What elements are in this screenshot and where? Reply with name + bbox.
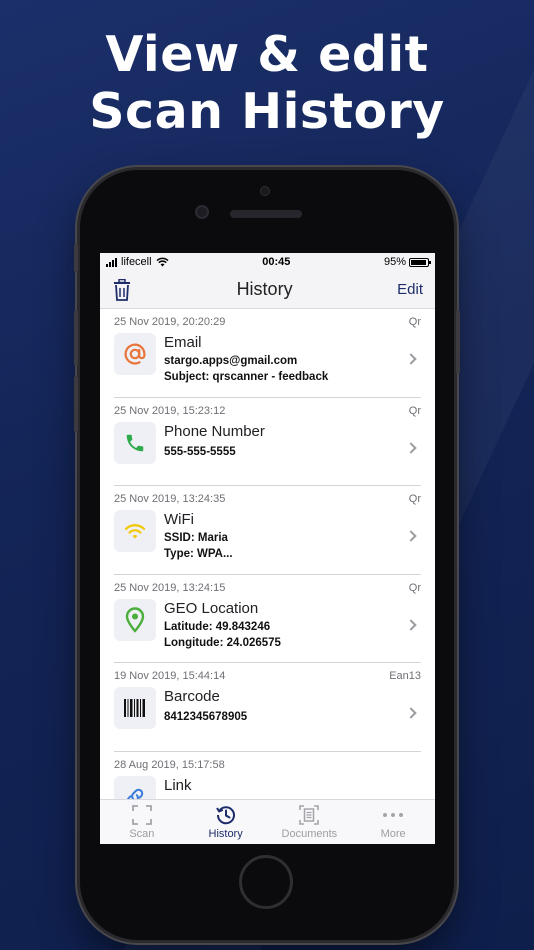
promo-headline: View & edit Scan History <box>0 26 534 140</box>
tab-scan[interactable]: Scan <box>100 800 184 844</box>
item-date: 25 Nov 2019, 13:24:15 <box>114 581 226 594</box>
tab-documents[interactable]: Documents <box>268 800 352 844</box>
navigation-bar: History Edit <box>100 271 435 309</box>
history-item-email[interactable]: 25 Nov 2019, 20:20:29 Qr Email stargo.ap… <box>100 309 435 398</box>
item-title: WiFi <box>164 511 194 528</box>
history-list: 25 Nov 2019, 20:20:29 Qr Email stargo.ap… <box>100 309 435 840</box>
battery-icon <box>409 257 431 267</box>
history-item-phone[interactable]: 25 Nov 2019, 15:23:12 Qr Phone Number 55… <box>100 398 435 486</box>
item-title: Barcode <box>164 688 220 705</box>
history-item-geo-location[interactable]: 25 Nov 2019, 13:24:15 Qr GEO Location La… <box>100 575 435 663</box>
volume-up-button <box>74 310 78 366</box>
power-button <box>456 310 460 374</box>
volume-down-button <box>74 376 78 432</box>
earpiece-speaker <box>230 210 302 218</box>
item-date: 25 Nov 2019, 15:23:12 <box>114 404 226 417</box>
item-date: 28 Aug 2019, 15:17:58 <box>114 758 225 771</box>
tab-label: History <box>208 828 243 840</box>
item-detail: Latitude: 49.843246 <box>164 620 271 633</box>
history-item-wifi[interactable]: 25 Nov 2019, 13:24:35 Qr WiFi SSID: Mari… <box>100 486 435 575</box>
proximity-sensor <box>260 186 270 196</box>
battery-percent: 95% <box>383 256 406 268</box>
phone-icon <box>114 421 156 464</box>
headline-line-1: View & edit <box>105 26 429 83</box>
item-title: Email <box>164 334 202 351</box>
tab-bar: Scan History Documents More <box>100 799 435 844</box>
item-format: Qr <box>408 493 421 505</box>
tab-label: More <box>380 828 406 840</box>
item-detail: SSID: Maria <box>164 532 228 544</box>
wifi-status-icon <box>156 257 169 267</box>
carrier-label: lifecell <box>121 256 152 268</box>
documents-icon <box>299 805 320 825</box>
item-format: Ean13 <box>389 670 421 682</box>
edit-button[interactable]: Edit <box>397 281 423 298</box>
item-format: Qr <box>408 316 421 328</box>
trash-icon[interactable] <box>112 278 132 301</box>
item-detail: Longitude: 24.026575 <box>164 636 281 649</box>
history-item-barcode[interactable]: 19 Nov 2019, 15:44:14 Ean13 Barcode 8412… <box>100 663 435 752</box>
location-pin-icon <box>114 598 156 641</box>
item-title: Link <box>164 776 192 794</box>
item-date: 25 Nov 2019, 13:24:35 <box>114 493 226 505</box>
item-date: 25 Nov 2019, 20:20:29 <box>114 316 226 328</box>
tab-history[interactable]: History <box>184 800 268 844</box>
item-detail: 8412345678905 <box>164 711 248 723</box>
item-format: Qr <box>408 581 421 594</box>
home-button[interactable] <box>239 855 293 909</box>
email-at-icon <box>114 333 156 375</box>
item-date: 19 Nov 2019, 15:44:14 <box>114 670 226 682</box>
item-title: Phone Number <box>164 422 265 440</box>
item-detail: Subject: qrscanner - feedback <box>164 371 329 383</box>
front-camera <box>195 205 209 219</box>
item-format: Qr <box>408 404 421 417</box>
item-detail: Type: WPA... <box>164 548 233 560</box>
item-detail: 555-555-5555 <box>164 445 236 458</box>
item-detail: stargo.apps@gmail.com <box>164 355 298 367</box>
app-screen: lifecell 00:45 95% History Edit 25 Nov 2… <box>100 253 435 844</box>
scan-frame-icon <box>131 805 152 825</box>
page-title: History <box>236 279 293 299</box>
more-dots-icon <box>383 813 404 817</box>
tab-label: Documents <box>281 828 338 840</box>
history-clock-icon <box>215 806 235 825</box>
clock: 00:45 <box>262 256 291 268</box>
headline-line-2: Scan History <box>89 83 445 140</box>
item-title: GEO Location <box>164 599 259 617</box>
mute-switch <box>74 244 78 272</box>
signal-icon <box>106 257 117 267</box>
barcode-icon <box>114 687 156 729</box>
tab-label: Scan <box>129 828 155 840</box>
status-bar: lifecell 00:45 95% <box>100 253 435 271</box>
tab-more[interactable]: More <box>351 800 435 844</box>
wifi-icon <box>114 510 156 552</box>
